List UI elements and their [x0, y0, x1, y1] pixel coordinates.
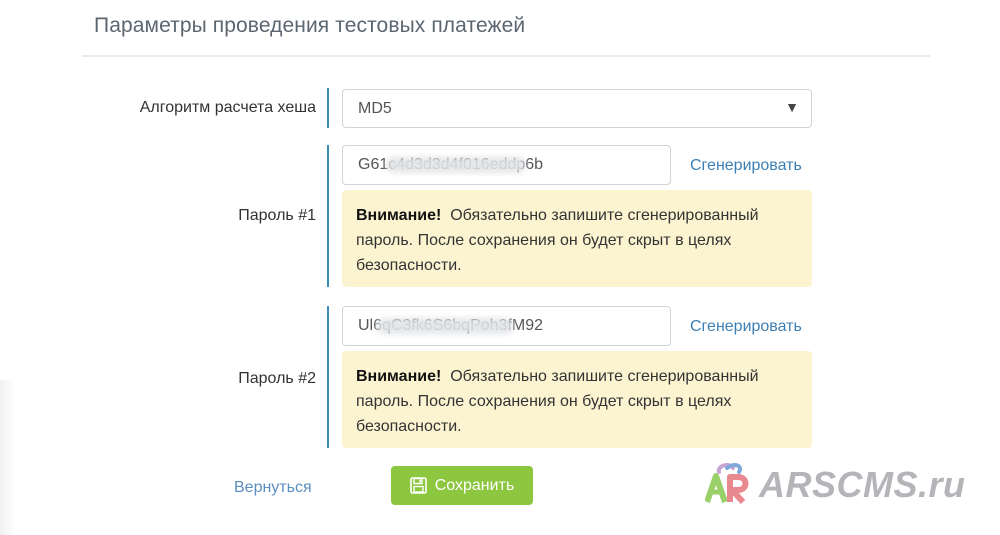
back-link[interactable]: Вернуться [234, 479, 312, 497]
save-button[interactable]: Сохранить [391, 466, 533, 505]
password1-generate-link[interactable]: Сгенерировать [690, 157, 802, 175]
test-payments-settings-page: Параметры проведения тестовых платежей А… [0, 0, 1000, 535]
password2-generate-link[interactable]: Сгенерировать [690, 318, 802, 336]
hash-algorithm-label: Алгоритм расчета хеша [139, 99, 316, 116]
password2-accent-bar [327, 306, 329, 448]
password1-blur-mask [386, 157, 526, 173]
password2-warning-title: Внимание! [356, 368, 442, 385]
hash-algorithm-selected-value: MD5 [358, 100, 392, 117]
left-edge-shadow [0, 380, 16, 535]
password1-accent-bar [327, 145, 329, 287]
password2-label: Пароль #2 [238, 370, 316, 387]
floppy-disk-icon [409, 477, 427, 494]
watermark: ARSCMS.ru [704, 460, 975, 506]
save-button-label: Сохранить [434, 476, 515, 494]
title-divider [82, 55, 930, 57]
password1-warning: Внимание! Обязательно запишите сгенериро… [342, 190, 812, 287]
hash-algorithm-accent-bar [327, 88, 329, 128]
hash-algorithm-select[interactable]: MD5 ▼ [342, 89, 812, 128]
watermark-text: ARSCMS.ru [759, 464, 966, 505]
password2-blur-mask [376, 318, 514, 334]
arscms-logo-icon [704, 463, 757, 510]
chevron-down-icon: ▼ [785, 99, 799, 115]
password2-warning: Внимание! Обязательно запишите сгенериро… [342, 351, 812, 448]
password1-label: Пароль #1 [238, 207, 316, 224]
password1-warning-title: Внимание! [356, 207, 442, 224]
section-title: Параметры проведения тестовых платежей [94, 14, 526, 37]
